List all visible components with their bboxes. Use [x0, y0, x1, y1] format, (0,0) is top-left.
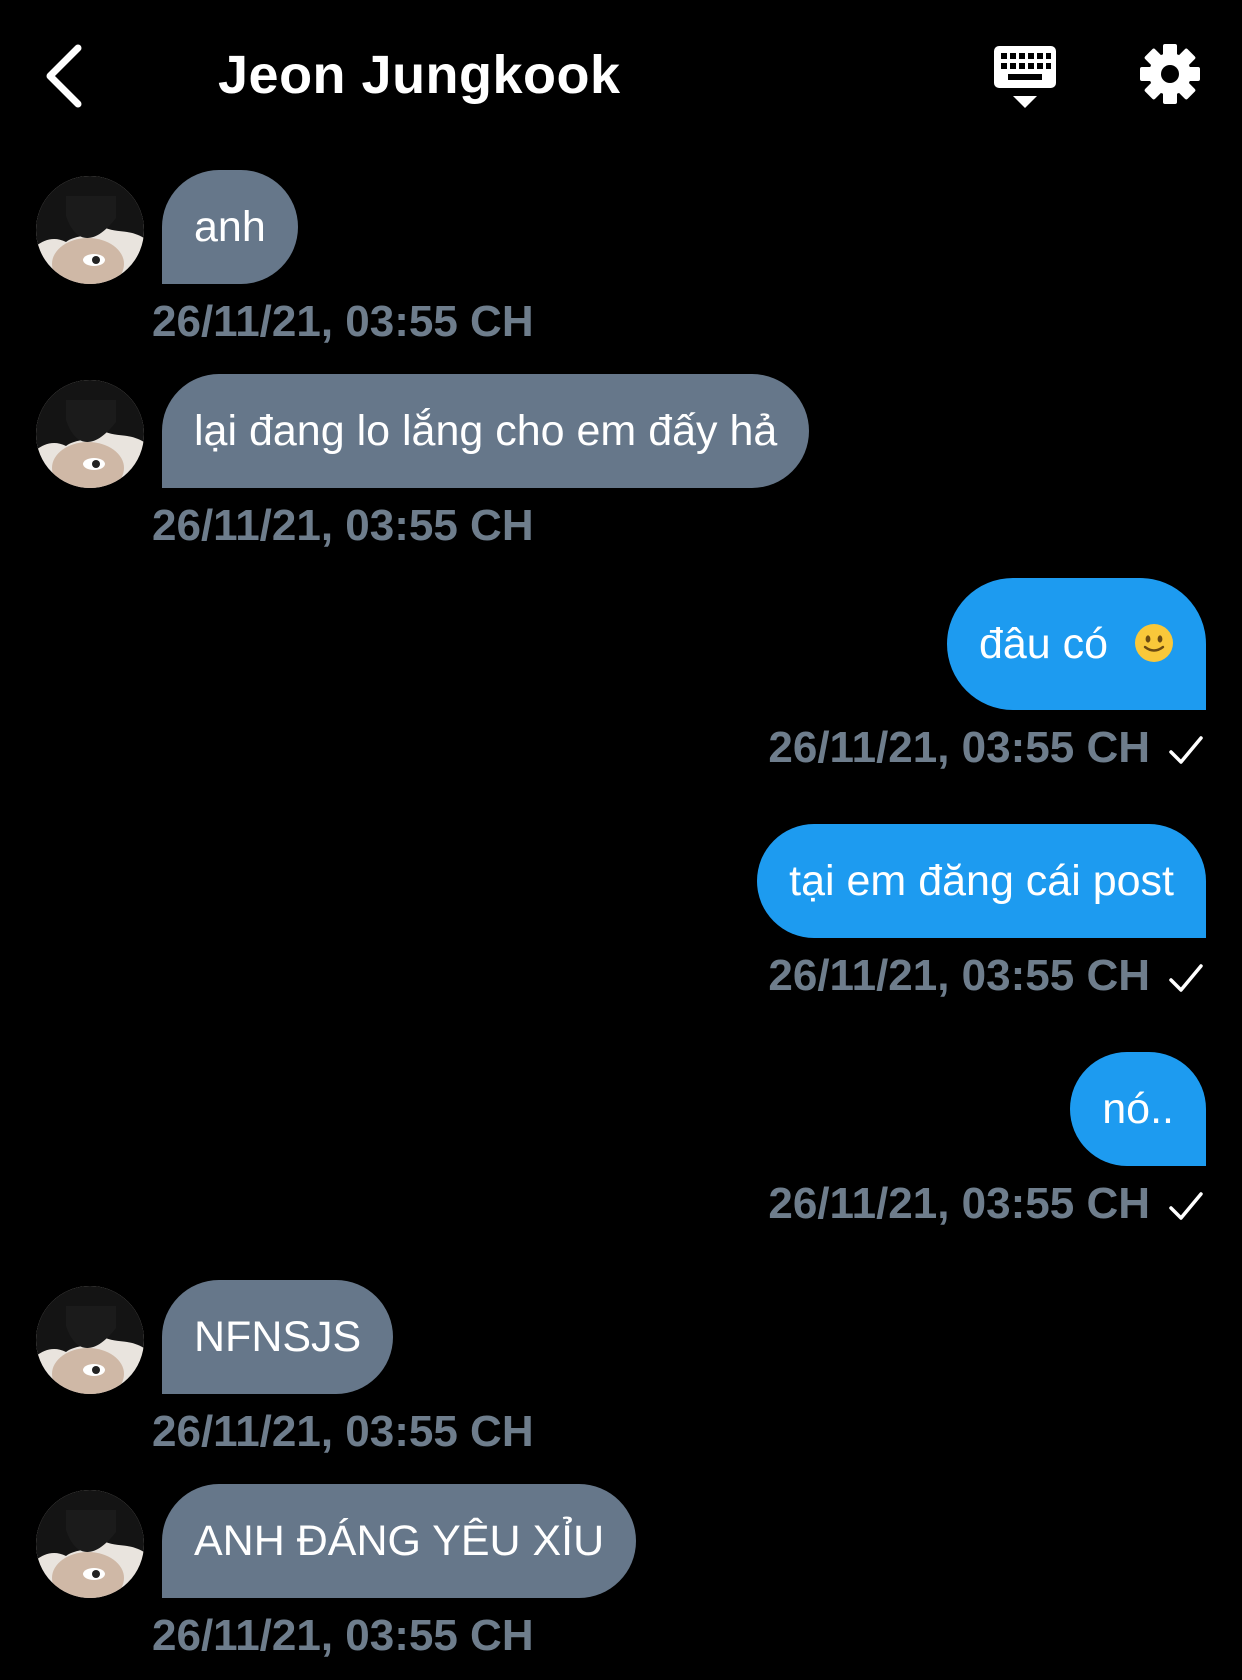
- checkmark-icon: [1169, 1192, 1203, 1220]
- avatar[interactable]: [36, 1490, 144, 1598]
- message-text: tại em đăng cái post: [789, 857, 1174, 905]
- message-list: anh 26/11/21, 03:55 CH lại đang lo lắng …: [0, 0, 1242, 1680]
- avatar[interactable]: [36, 176, 144, 284]
- message-bubble[interactable]: NFNSJS: [162, 1280, 394, 1394]
- message-text: lại đang lo lắng cho em đấy hả: [194, 407, 778, 455]
- message-timestamp: 26/11/21, 03:55 CH: [768, 723, 1150, 772]
- message-timestamp: 26/11/21, 03:55 CH: [152, 1407, 534, 1456]
- message-timestamp: 26/11/21, 03:55 CH: [152, 501, 534, 550]
- message-bubble[interactable]: ANH ĐÁNG YÊU XỈU: [162, 1484, 637, 1598]
- message-text: anh: [194, 203, 266, 251]
- message-text: NFNSJS: [194, 1313, 362, 1361]
- message-timestamp: 26/11/21, 03:55 CH: [768, 951, 1150, 1000]
- message-timestamp: 26/11/21, 03:55 CH: [152, 297, 534, 346]
- message-bubble[interactable]: tại em đăng cái post: [757, 824, 1206, 938]
- slightly-smiling-face-emoji: [1135, 623, 1173, 662]
- message-text: ANH ĐÁNG YÊU XỈU: [194, 1517, 605, 1565]
- checkmark-icon: [1169, 736, 1203, 764]
- message-text: nó..: [1102, 1085, 1174, 1133]
- message-timestamp: 26/11/21, 03:55 CH: [768, 1179, 1150, 1228]
- message-bubble[interactable]: nó..: [1070, 1052, 1206, 1166]
- message-text: đâu có: [978, 620, 1109, 668]
- avatar[interactable]: [36, 380, 144, 488]
- checkmark-icon: [1169, 964, 1203, 992]
- message-bubble[interactable]: anh: [162, 170, 298, 284]
- message-bubble[interactable]: đâu có: [946, 578, 1206, 710]
- message-timestamp: 26/11/21, 03:55 CH: [152, 1611, 534, 1660]
- message-bubble[interactable]: lại đang lo lắng cho em đấy hả: [162, 374, 810, 488]
- avatar[interactable]: [36, 1286, 144, 1394]
